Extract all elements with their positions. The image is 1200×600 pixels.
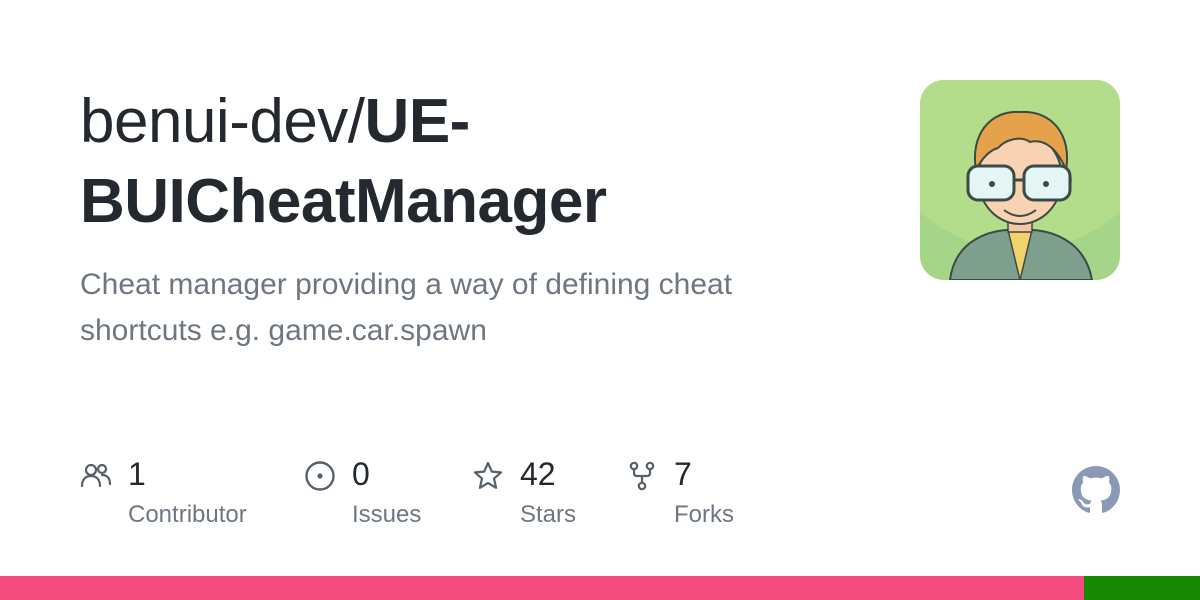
stat-label: Forks	[674, 501, 734, 528]
stat-label: Issues	[352, 501, 422, 528]
stat-value: 42	[520, 456, 556, 492]
language-bar-segment	[0, 576, 1084, 600]
stat-value: 0	[352, 456, 370, 492]
repo-title: benui-dev/UE-BUICheatManager	[80, 82, 880, 242]
stat-value: 1	[128, 456, 146, 492]
language-bar-segment	[1083, 576, 1200, 600]
people-icon	[80, 463, 112, 488]
github-logo-icon[interactable]	[1072, 466, 1120, 514]
fork-icon	[629, 461, 655, 491]
avatar-illustration	[920, 80, 1120, 280]
language-bar	[0, 576, 1200, 600]
stat-value: 7	[674, 456, 692, 492]
star-icon	[473, 461, 503, 489]
stat-label: Contributor	[128, 501, 247, 528]
owner-avatar[interactable]	[920, 80, 1120, 280]
repo-description: Cheat manager providing a way of definin…	[80, 268, 733, 347]
stat-label: Stars	[520, 501, 577, 528]
repo-owner[interactable]: benui-dev/	[80, 87, 365, 156]
issue-icon	[305, 461, 335, 491]
